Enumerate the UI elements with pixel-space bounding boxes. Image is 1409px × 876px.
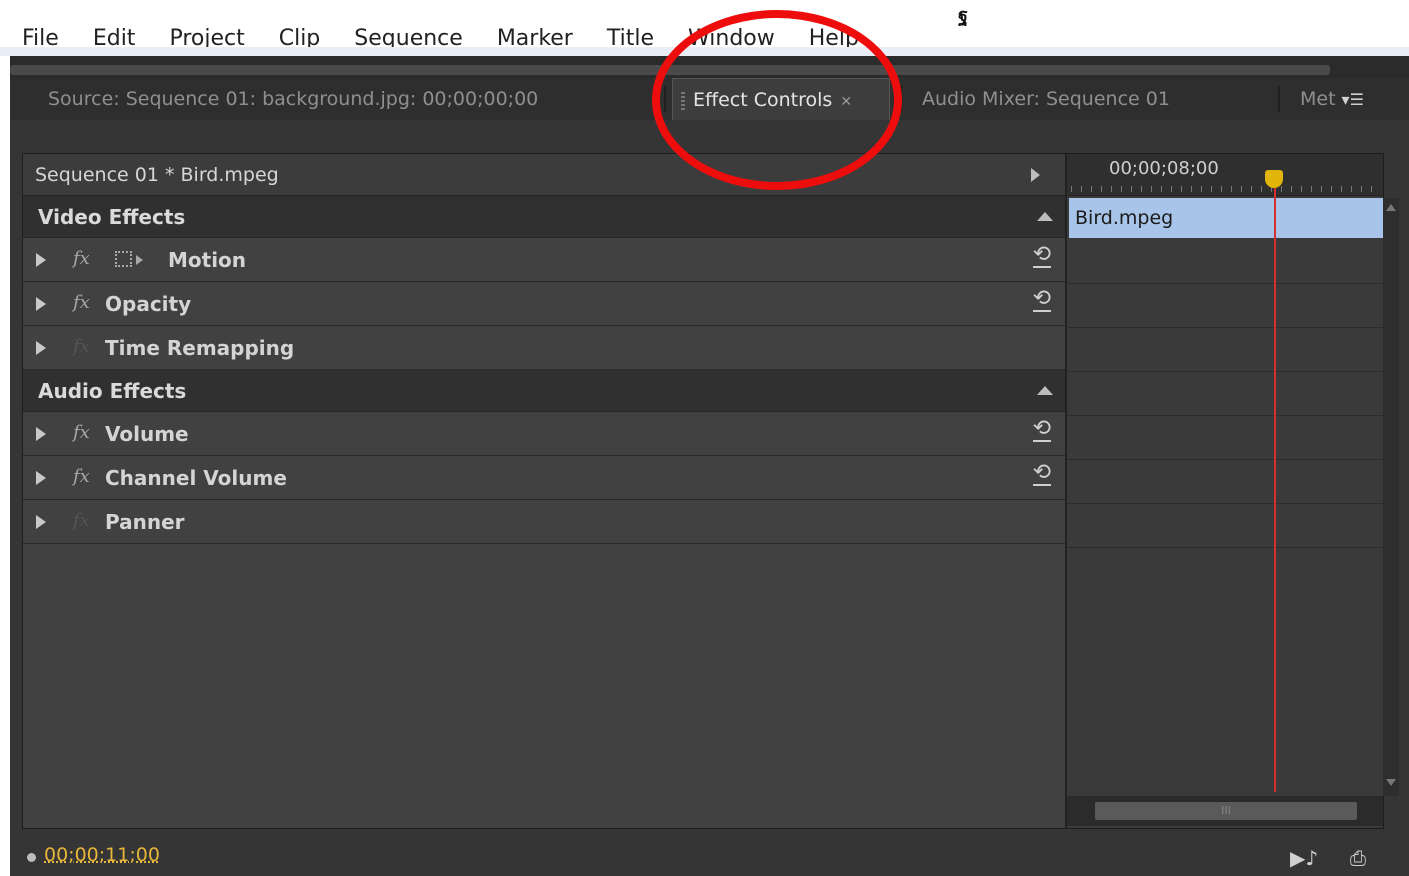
effect-controls-panel: Sequence 01 * Bird.mpeg Video Effects fx… [10,120,1409,876]
effect-row-channel-volume[interactable]: fx Channel Volume ⟲ [23,456,1065,500]
effect-timeline[interactable]: 00;00;08;00 Bird.mpeg III [1065,154,1383,828]
reset-icon[interactable]: ⟲ [1032,418,1051,442]
tab-audio-mixer-label: Audio Mixer: Sequence 01 [922,88,1170,110]
effect-row-time-remapping[interactable]: fx Time Remapping [23,326,1065,370]
effect-name: Volume [105,422,189,446]
track-row [1067,504,1383,548]
expand-triangle-icon[interactable] [36,297,46,311]
audio-effects-label: Audio Effects [38,379,187,403]
menu-bar: File Edit Project Clip Sequence Marker T… [0,0,1409,56]
export-icon[interactable]: ⎙ [1350,846,1366,870]
fx-icon[interactable]: fx [73,466,90,487]
track-row [1067,460,1383,504]
effect-name: Time Remapping [105,336,295,360]
sequence-clip-label: Sequence 01 * Bird.mpeg [35,164,279,186]
effect-row-volume[interactable]: fx Volume ⟲ [23,412,1065,456]
vertical-scrollbar[interactable] [1383,198,1399,796]
fx-icon-disabled: fx [73,336,90,357]
track-row [1067,416,1383,460]
scroll-thumb[interactable]: III [1095,802,1357,820]
tab-divider [1278,86,1280,112]
tab-metadata[interactable]: Met ▾☰ [1300,78,1400,120]
tab-source-label: Source: Sequence 01: background.jpg: 00;… [48,88,539,110]
motion-arrow-icon [136,255,143,265]
expand-triangle-icon[interactable] [36,253,46,267]
tab-divider [900,86,902,112]
track-row [1067,372,1383,416]
effect-name: Opacity [105,292,192,316]
tab-source[interactable]: Source: Sequence 01: background.jpg: 00;… [48,78,648,120]
sequence-clip-header[interactable]: Sequence 01 * Bird.mpeg [23,154,1065,196]
collapse-up-icon[interactable] [1037,386,1053,395]
scroll-down-icon[interactable] [1386,779,1396,786]
fx-icon[interactable]: fx [73,422,90,443]
collapse-up-icon[interactable] [1037,212,1053,221]
ruler-ticks [1071,186,1379,192]
tab-effect-controls[interactable]: Effect Controls ✕ [672,78,890,120]
fx-icon-disabled: fx [73,510,90,531]
effects-list: Video Effects fx Motion ⟲ fx Opacity ⟲ f… [23,196,1065,544]
track-row [1067,328,1383,372]
panel-menu-icon[interactable]: ▾☰ [1342,90,1364,109]
timecode-dot-icon [27,853,36,862]
current-time-indicator-line[interactable] [1274,188,1276,792]
track-row [1067,240,1383,284]
reset-icon[interactable]: ⟲ [1032,244,1051,268]
current-timecode[interactable]: 00;00;11;00 [44,844,160,866]
effect-name: Channel Volume [105,466,287,490]
timeline-track-rows [1067,240,1383,548]
expand-triangle-icon[interactable] [36,341,46,355]
video-effects-header[interactable]: Video Effects [23,196,1065,238]
panel-status-bar: 00;00;11;00 ▶♪ ⎙ [10,838,1409,876]
fx-icon[interactable]: fx [73,292,90,313]
audio-effects-header[interactable]: Audio Effects [23,370,1065,412]
audio-play-icon[interactable]: ▶♪ [1290,846,1318,870]
menu-strip [0,47,1409,56]
frame-top-bar [10,65,1330,75]
ruler-timecode: 00;00;08;00 [1109,158,1219,179]
effect-row-opacity[interactable]: fx Opacity ⟲ [23,282,1065,326]
track-row [1067,284,1383,328]
tab-audio-mixer[interactable]: Audio Mixer: Sequence 01 [922,78,1252,120]
fx-icon[interactable]: fx [73,248,90,269]
effect-row-motion[interactable]: fx Motion ⟲ [23,238,1065,282]
time-ruler[interactable]: 00;00;08;00 [1067,154,1383,196]
close-icon[interactable]: ✕ [840,94,852,110]
expand-triangle-icon[interactable] [36,515,46,529]
clip-name: Bird.mpeg [1075,207,1174,229]
playhead-icon[interactable] [1265,170,1283,188]
effect-name: Panner [105,510,185,534]
expand-triangle-icon[interactable] [36,427,46,441]
reset-icon[interactable]: ⟲ [1032,288,1051,312]
tab-divider [664,86,666,112]
scroll-up-icon[interactable] [1386,204,1396,211]
motion-transform-icon[interactable] [115,251,132,267]
corner-glyph: ฐ [958,5,968,26]
tab-grip-icon[interactable] [681,91,685,110]
video-effects-label: Video Effects [38,205,186,229]
clip-bar[interactable]: Bird.mpeg [1069,198,1383,238]
scroll-grip: III [1221,804,1231,817]
tab-metadata-label: Met [1300,88,1336,110]
effect-row-panner[interactable]: fx Panner [23,500,1065,544]
premiere-window: Source: Sequence 01: background.jpg: 00;… [10,56,1409,876]
horizontal-scrollbar[interactable]: III [1067,796,1383,826]
play-arrow-icon[interactable] [1031,168,1040,182]
expand-triangle-icon[interactable] [36,471,46,485]
reset-icon[interactable]: ⟲ [1032,462,1051,486]
effect-name: Motion [168,248,247,272]
panel-tabs: Source: Sequence 01: background.jpg: 00;… [10,78,1409,120]
tab-effect-controls-label: Effect Controls [693,89,833,111]
effect-controls-frame: Sequence 01 * Bird.mpeg Video Effects fx… [22,153,1399,829]
